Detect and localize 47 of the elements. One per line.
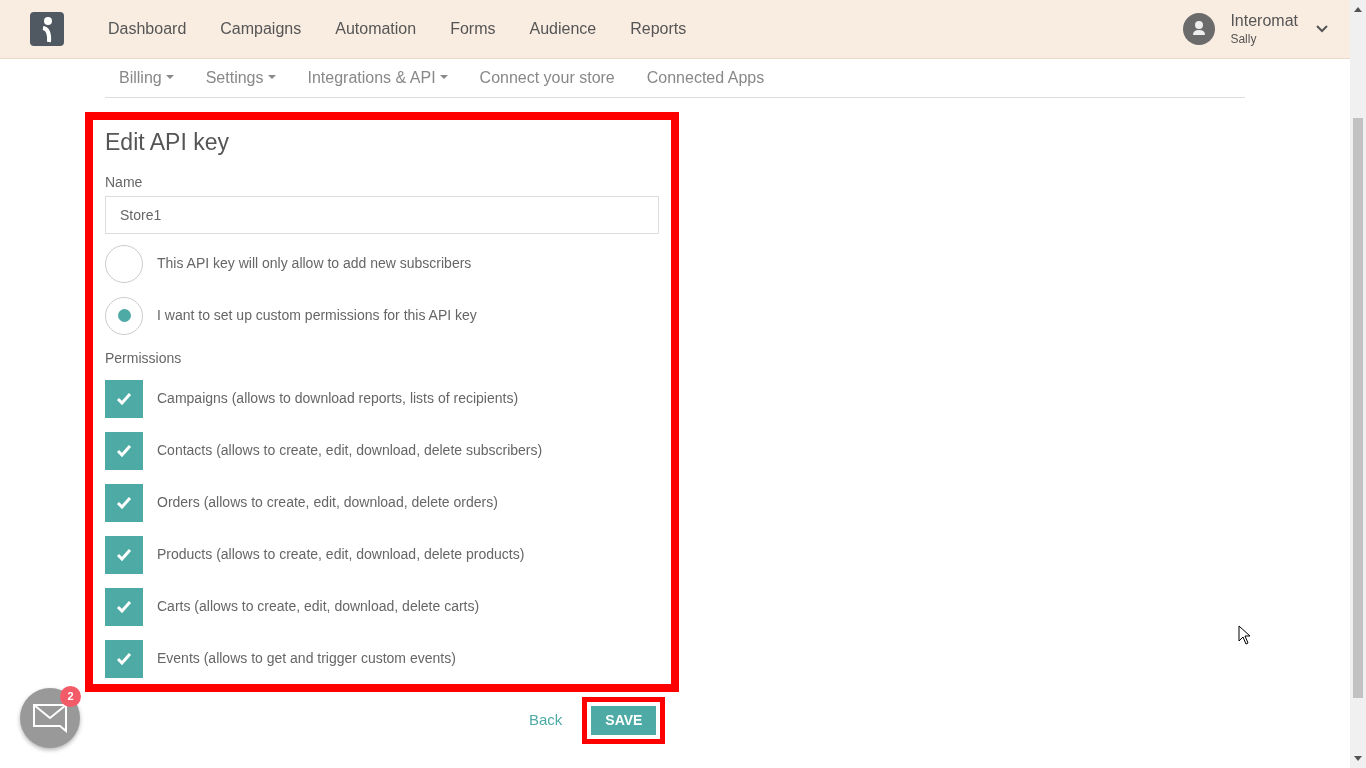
- dropdown-link[interactable]: Billing: [119, 66, 174, 90]
- logo-icon[interactable]: [30, 12, 64, 46]
- check-icon: [116, 600, 132, 613]
- permission-label: Products (allows to create, edit, download, delete products): [157, 545, 525, 564]
- form-title: Edit API key: [105, 128, 230, 157]
- check-icon: [116, 444, 132, 457]
- nav-link[interactable]: Dashboard: [108, 17, 187, 41]
- permission-label: Campaigns (allows to download reports, lists of recipients): [157, 389, 519, 408]
- check-icon: [116, 548, 132, 561]
- check-icon: [116, 652, 132, 665]
- name-field[interactable]: Store1: [105, 195, 659, 234]
- radio-button[interactable]: [105, 296, 143, 335]
- section-label: Permissions: [105, 348, 183, 368]
- avatar-icon[interactable]: [1183, 13, 1216, 45]
- permission-label: Carts (allows to create, edit, download, delete carts): [157, 597, 480, 616]
- nav-link[interactable]: Connect your store: [479, 66, 615, 90]
- field-label: Name: [105, 172, 144, 192]
- user-name: Sally: [1230, 30, 1258, 48]
- nav-link[interactable]: Forms: [450, 17, 496, 41]
- option-label: I want to set up custom permissions for this API key: [157, 306, 477, 325]
- nav-link[interactable]: Reports: [630, 17, 687, 41]
- permission-label: Events (allows to get and trigger custom events): [157, 649, 456, 668]
- checkbox[interactable]: [105, 431, 143, 470]
- dropdown-link[interactable]: Settings: [205, 66, 276, 90]
- notification-badge: 2: [60, 686, 81, 707]
- checkbox[interactable]: [105, 535, 143, 574]
- scrollbar[interactable]: [1350, 0, 1366, 768]
- cursor-icon: [1238, 625, 1251, 645]
- checkbox[interactable]: [105, 379, 143, 418]
- chevron-icon[interactable]: [1316, 25, 1328, 33]
- permission-label: Contacts (allows to create, edit, download, delete subscribers): [157, 441, 543, 460]
- permission-label: Orders (allows to create, edit, download, delete orders): [157, 493, 498, 512]
- radio-button[interactable]: [105, 244, 143, 283]
- check-icon: [116, 392, 132, 405]
- account-name: Interomat: [1230, 10, 1298, 30]
- chat-button[interactable]: [20, 688, 80, 748]
- checkbox[interactable]: [105, 483, 143, 522]
- checkbox[interactable]: [105, 587, 143, 626]
- checkbox[interactable]: [105, 639, 143, 678]
- nav-link[interactable]: Campaigns: [220, 17, 302, 41]
- envelope-icon: [32, 703, 68, 733]
- option-label: This API key will only allow to add new subscribers: [157, 254, 472, 273]
- check-icon: [116, 496, 132, 509]
- nav-link[interactable]: Connected Apps: [646, 66, 765, 90]
- nav-link[interactable]: Audience: [529, 17, 597, 41]
- nav-link[interactable]: Automation: [335, 17, 417, 41]
- dropdown-link[interactable]: Integrations & API: [307, 66, 448, 90]
